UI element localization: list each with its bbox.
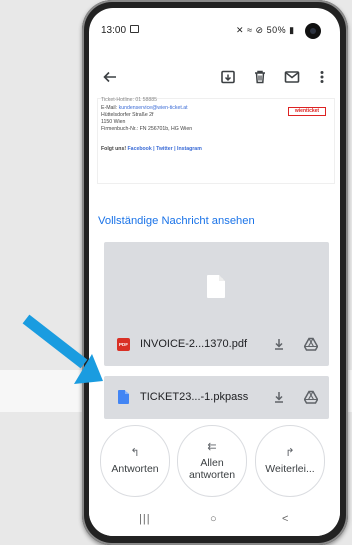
mail-social-links[interactable]: Facebook | Twitter | Instagram bbox=[128, 146, 202, 152]
mail-line-street: Hüttelsdorfer Straße 2f bbox=[101, 112, 154, 118]
status-time: 13:00 bbox=[101, 25, 127, 36]
reply-button[interactable]: ↰ Antworten bbox=[100, 425, 170, 497]
reply-all-icon: ⇇ bbox=[207, 441, 217, 453]
download-icon[interactable] bbox=[272, 337, 286, 351]
trash-icon[interactable] bbox=[249, 66, 271, 88]
mail-line-city: 1150 Wien bbox=[101, 119, 126, 125]
reply-label: Antworten bbox=[111, 463, 159, 475]
battery-icon: ▮ bbox=[289, 25, 295, 35]
view-full-message-link[interactable]: Vollständige Nachricht ansehen bbox=[98, 215, 255, 227]
attachment-card-pdf[interactable]: PDF INVOICE-2...1370.pdf bbox=[104, 242, 329, 366]
forward-button[interactable]: ↱ Weiterlei... bbox=[255, 425, 325, 497]
block-icon: ⊘ bbox=[255, 25, 264, 35]
mail-line-hotline: Ticket-Hotline: 01 58885 bbox=[101, 97, 158, 103]
drive-icon[interactable] bbox=[304, 390, 318, 404]
download-icon[interactable] bbox=[272, 390, 286, 404]
navigation-bar: ||| ○ < bbox=[89, 505, 340, 536]
drive-icon[interactable] bbox=[304, 337, 318, 351]
attachment-row-pkpass[interactable]: TICKET23...-1.pkpass bbox=[104, 384, 329, 410]
phone-screen: 13:00 ✕ ≈ ⊘ 50% ▮ Ticket-Hotline: 01 588… bbox=[89, 8, 340, 536]
file-icon bbox=[118, 390, 129, 404]
mail-line-register: Firmenbuch-Nr.: FN 256701b, HG Wien bbox=[101, 126, 193, 132]
attachment-card-pkpass[interactable]: TICKET23...-1.pkpass bbox=[104, 376, 329, 419]
more-vertical-icon[interactable] bbox=[311, 66, 333, 88]
arrow-left-icon[interactable] bbox=[99, 66, 121, 88]
mail-line-email: E-Mail: kundenservice@wien-ticket.at bbox=[101, 105, 188, 111]
mail-email-link[interactable]: kundenservice@wien-ticket.at bbox=[119, 105, 188, 111]
mail-toolbar bbox=[89, 58, 340, 96]
document-thumbnail-icon bbox=[207, 275, 225, 298]
mute-icon: ✕ bbox=[236, 25, 245, 35]
forward-label: Weiterlei... bbox=[265, 463, 315, 475]
recents-icon[interactable]: ||| bbox=[139, 513, 151, 525]
pdf-icon: PDF bbox=[117, 337, 130, 351]
reply-all-label: Allen antworten bbox=[188, 457, 236, 481]
mail-email-label: E-Mail: bbox=[101, 105, 119, 111]
status-icons: ✕ ≈ ⊘ 50% ▮ bbox=[236, 25, 295, 36]
gallery-icon bbox=[130, 25, 139, 33]
forward-icon: ↱ bbox=[285, 447, 295, 459]
reply-icon: ↰ bbox=[130, 447, 140, 459]
attachment-name-pdf: INVOICE-2...1370.pdf bbox=[140, 338, 247, 350]
wienticket-logo: wienticket bbox=[288, 107, 326, 116]
back-icon[interactable]: < bbox=[282, 513, 288, 525]
wifi-icon: ≈ bbox=[247, 25, 253, 35]
status-bar: 13:00 ✕ ≈ ⊘ 50% ▮ bbox=[89, 8, 340, 46]
reply-all-button[interactable]: ⇇ Allen antworten bbox=[177, 425, 247, 497]
email-body-excerpt: Ticket-Hotline: 01 58885 E-Mail: kundens… bbox=[97, 97, 335, 184]
mail-line-follow: Folgt uns! Facebook | Twitter | Instagra… bbox=[101, 146, 202, 152]
front-camera bbox=[305, 23, 321, 39]
attachment-row-pdf[interactable]: PDF INVOICE-2...1370.pdf bbox=[104, 331, 329, 357]
attachment-name-pkpass: TICKET23...-1.pkpass bbox=[140, 391, 249, 403]
mail-follow-label: Folgt uns! bbox=[101, 146, 128, 152]
battery-percent: 50% bbox=[266, 25, 287, 35]
archive-icon[interactable] bbox=[217, 66, 239, 88]
home-icon[interactable]: ○ bbox=[210, 513, 217, 525]
mail-icon[interactable] bbox=[281, 66, 303, 88]
